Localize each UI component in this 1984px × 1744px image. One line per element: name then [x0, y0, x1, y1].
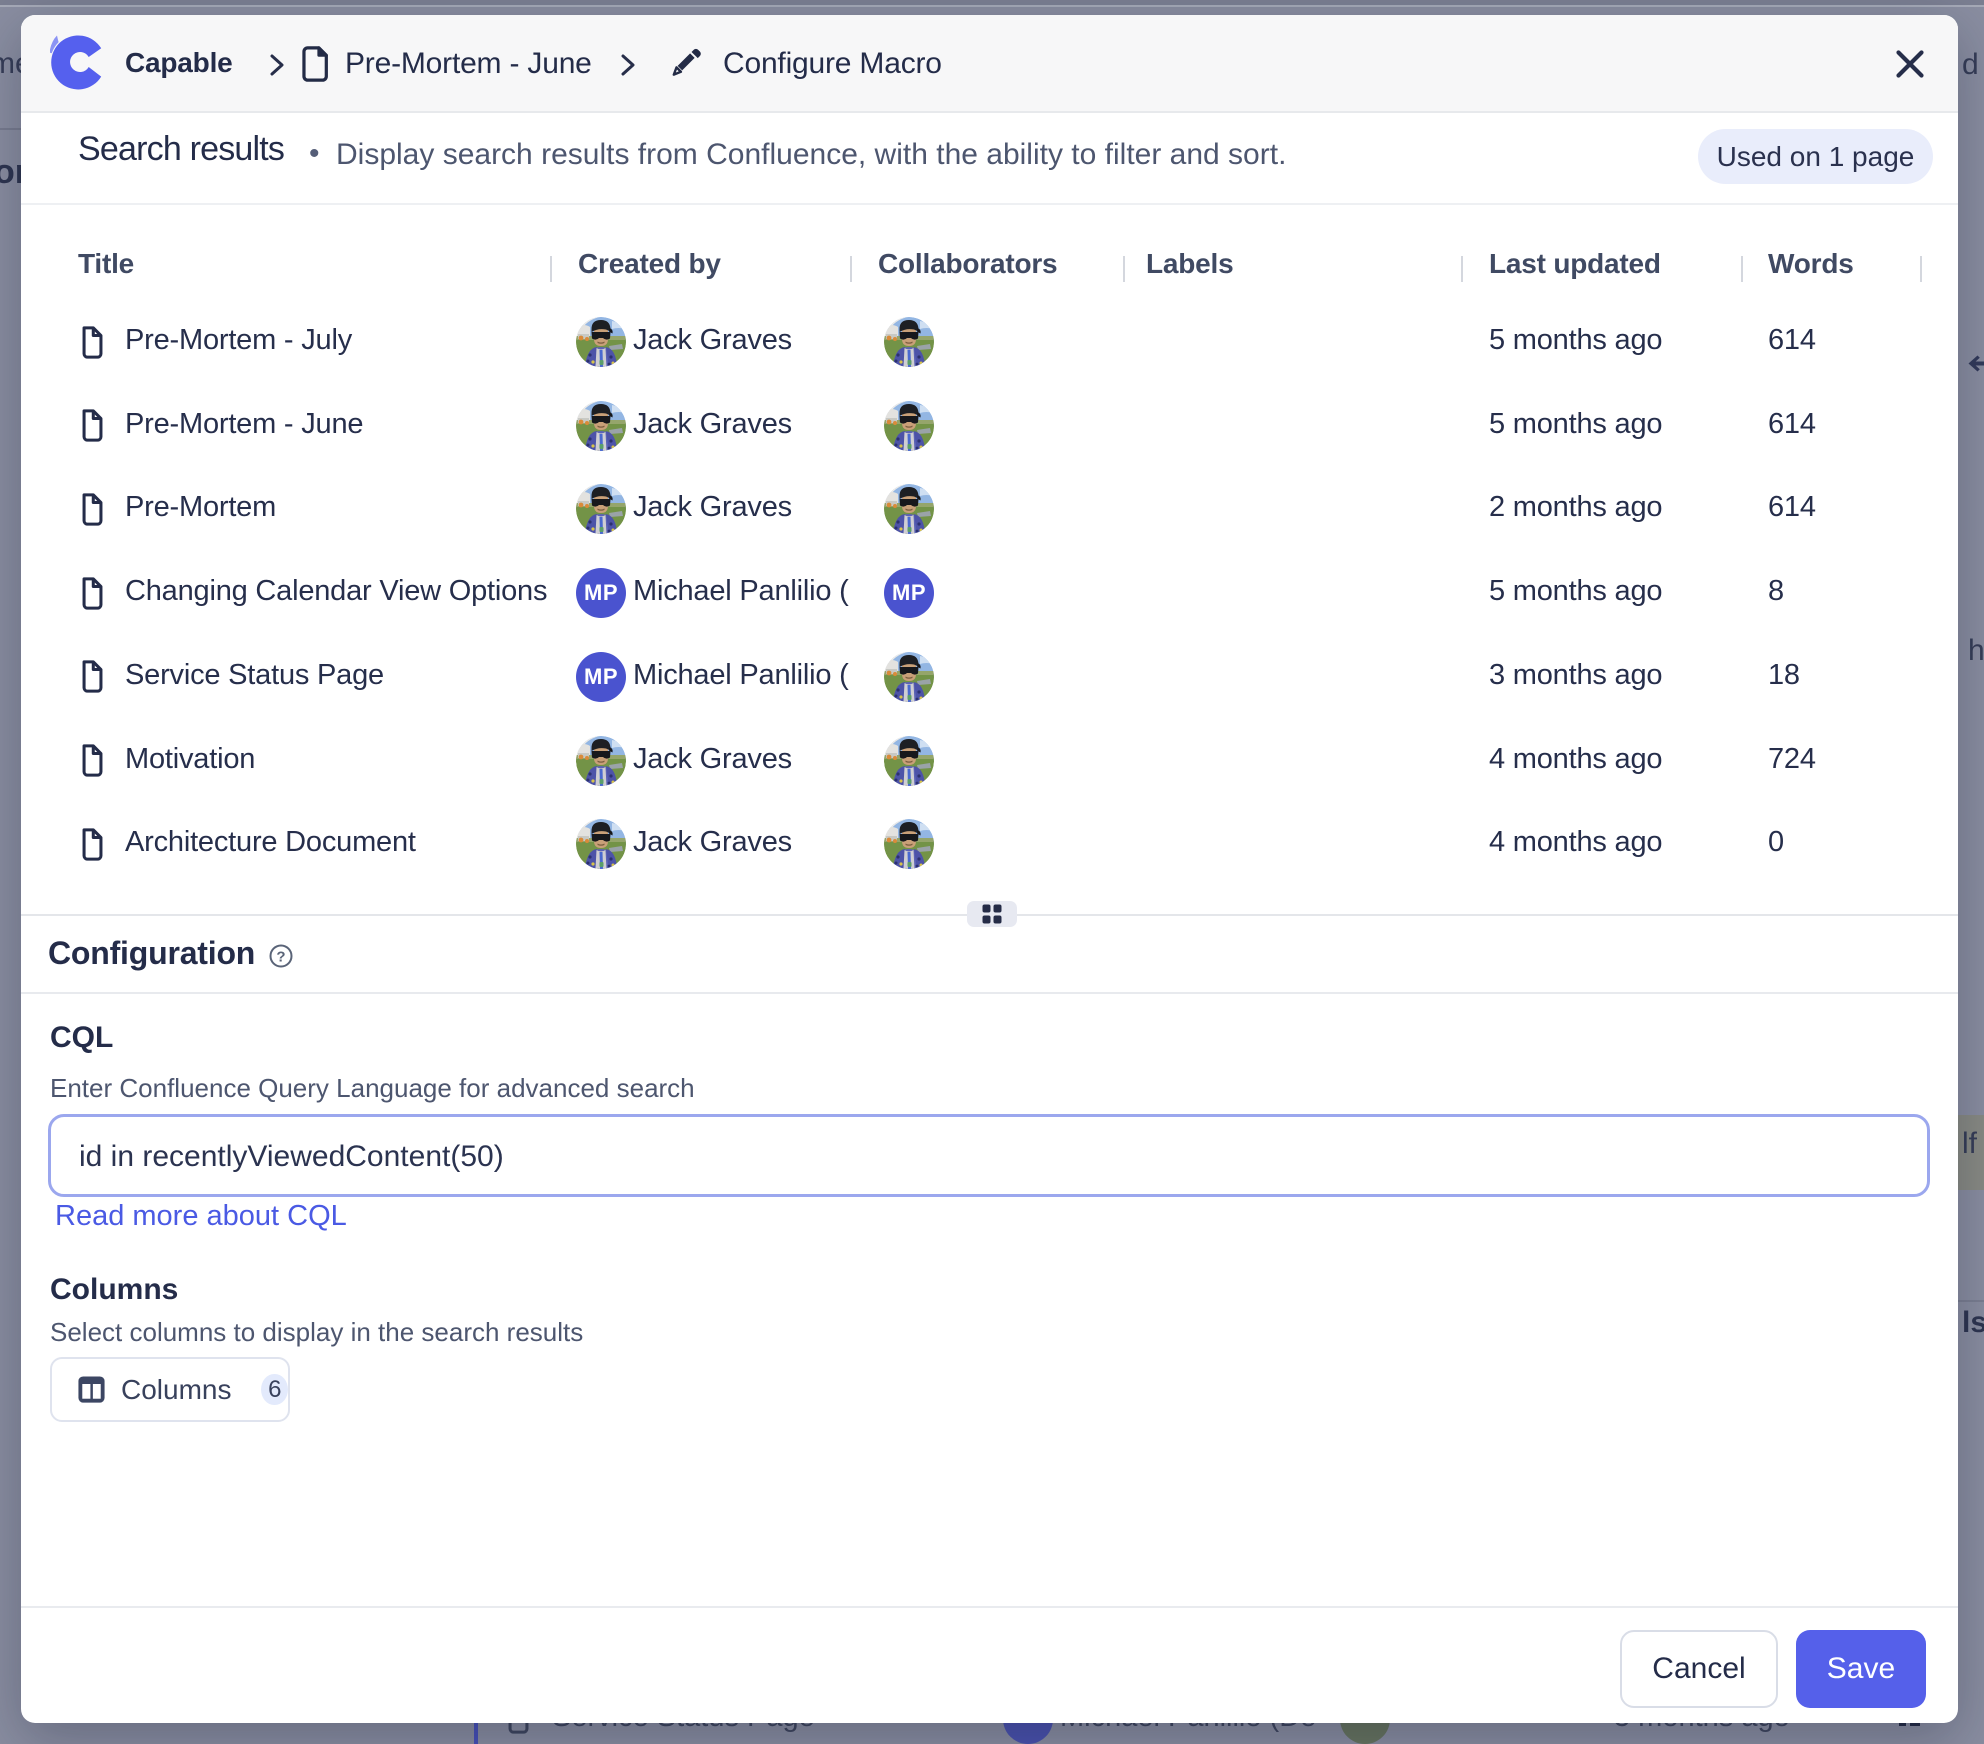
svg-text:?: ? [276, 949, 285, 966]
